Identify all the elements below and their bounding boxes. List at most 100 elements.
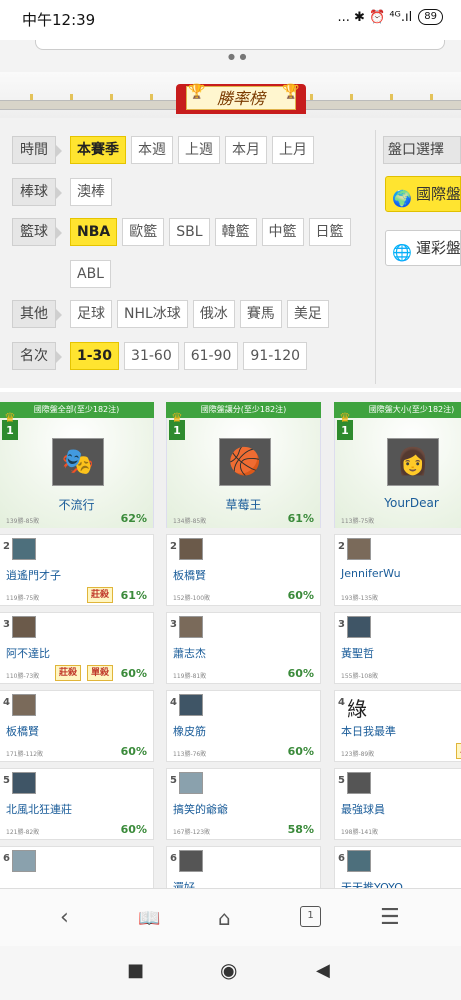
browser-toolbar: ‹ 📖 ⌂ 1 ☰ (0, 888, 461, 946)
user-name[interactable]: 本日我最準 (341, 723, 396, 739)
home-icon[interactable]: ⌂ (218, 906, 231, 930)
filter-option[interactable]: 本週 (131, 136, 173, 164)
avatar[interactable] (12, 538, 36, 560)
avatar[interactable] (179, 694, 203, 716)
user-name[interactable]: 草莓王 (167, 496, 320, 513)
user-name[interactable]: 蕭志杰 (173, 645, 206, 661)
filter-option[interactable]: NBA (70, 218, 118, 246)
user-name[interactable]: 黃聖哲 (341, 645, 374, 661)
filter-option[interactable]: 上週 (178, 136, 220, 164)
user-name[interactable]: 搞笑的爺爺 (173, 801, 228, 817)
filter-option[interactable]: 歐籃 (122, 218, 165, 246)
filter-option[interactable]: 中籃 (261, 218, 304, 246)
avatar[interactable] (347, 616, 371, 638)
filter-option[interactable]: 31-60 (124, 342, 179, 370)
list-item[interactable]: 4綠本日我最準 123勝-89敗 單殺 (334, 690, 461, 762)
user-name[interactable]: 最強球員 (341, 801, 385, 817)
rank-number: 5 (3, 775, 10, 786)
filter-option[interactable]: 1-30 (70, 342, 120, 370)
win-loss-record: 134勝-85敗 (173, 518, 207, 525)
user-name[interactable]: 橡皮筋 (173, 723, 206, 739)
user-name[interactable]: 板橋賢 (173, 567, 206, 583)
avatar[interactable]: 🎭 (52, 438, 104, 486)
avatar[interactable] (12, 772, 36, 794)
filter-option[interactable]: 本月 (225, 136, 267, 164)
recents-icon[interactable]: ■ (127, 960, 144, 981)
filter-option[interactable]: 61-90 (183, 342, 239, 370)
market-sports-lottery-button[interactable]: 🌐 運彩盤 (385, 230, 461, 266)
filter-row: 其他 足球 NHL冰球 俄冰 賽馬 美足 (12, 300, 329, 328)
list-item[interactable]: 3 阿不達比 110勝-73敗 單殺 莊殺 60% (0, 612, 154, 684)
filter-option[interactable]: 本賽季 (70, 136, 126, 164)
rank-number: 5 (170, 775, 177, 786)
crown-rank-icon: 1 (2, 408, 18, 440)
user-name[interactable]: 逍遙門才子 (6, 567, 61, 583)
filter-option[interactable]: NHL冰球 (117, 300, 188, 328)
user-name[interactable]: 不流行 (0, 496, 153, 513)
filter-option[interactable]: SBL (169, 218, 210, 246)
status-time: 中午12:39 (22, 11, 96, 29)
list-item[interactable]: 6 (0, 846, 154, 888)
list-item[interactable]: 2 板橋賢 152勝-100敗 60% (166, 534, 321, 606)
top-rank-card[interactable]: 1 🏀 草莓王 134勝-85敗 61% (166, 408, 321, 528)
list-item[interactable]: 2 JenniferWu 193勝-135敗 (334, 534, 461, 606)
user-name[interactable]: YourDear (335, 496, 461, 510)
market-international-button[interactable]: 🌍 國際盤 (385, 176, 461, 212)
tabs-button[interactable]: 1 (300, 906, 321, 927)
avatar[interactable] (179, 616, 203, 638)
list-item[interactable]: 5 搞笑的爺爺 167勝-123敗 58% (166, 768, 321, 840)
kill-badge: 單殺 (455, 743, 461, 759)
list-item[interactable]: 3 黃聖哲 155勝-108敗 (334, 612, 461, 684)
avatar[interactable] (347, 850, 371, 872)
filter-option[interactable]: 俄冰 (192, 300, 235, 328)
list-item[interactable]: 4 橡皮筋 113勝-76敗 60% (166, 690, 321, 762)
filter-option[interactable]: 賽馬 (239, 300, 282, 328)
avatar[interactable] (179, 772, 203, 794)
user-name[interactable]: 還好 (173, 879, 195, 888)
top-rank-card[interactable]: 1 🎭 不流行 139勝-85敗 62% (0, 408, 154, 528)
filter-panel: 盤口選擇 🌍 國際盤 🌐 運彩盤 時間 本賽季 本週 上週 本月 上月 棒球 澳棒 籃球 NBA 歐… (0, 118, 461, 388)
back-icon[interactable]: ‹ (60, 905, 69, 930)
list-item[interactable]: 5 最強球員 198勝-141敗 (334, 768, 461, 840)
filter-option[interactable]: 韓籃 (214, 218, 257, 246)
win-loss-record: 113勝-76敗 (173, 751, 207, 758)
filter-option[interactable]: 上月 (272, 136, 314, 164)
top-rank-card[interactable]: 1 👩 YourDear 113勝-75敗 (334, 408, 461, 528)
list-item[interactable]: 6 還好 (166, 846, 321, 888)
user-name[interactable]: 阿不達比 (6, 645, 50, 661)
avatar-text[interactable]: 綠 (347, 693, 367, 722)
carousel-dots-icon[interactable]: ● ● (228, 52, 248, 61)
menu-icon[interactable]: ☰ (380, 905, 400, 930)
win-loss-record: 113勝-75敗 (341, 518, 375, 525)
avatar[interactable] (12, 694, 36, 716)
list-item[interactable]: 5 北風北狂連莊 121勝-82敗 60% (0, 768, 154, 840)
filter-option[interactable]: 足球 (70, 300, 112, 328)
filter-option[interactable]: 澳棒 (70, 178, 112, 206)
list-item[interactable]: 3 蕭志杰 119勝-81敗 60% (166, 612, 321, 684)
back-triangle-icon[interactable]: ◀ (316, 960, 330, 981)
user-name[interactable]: 天天推YOYO (341, 879, 403, 888)
list-item[interactable]: 6 天天推YOYO (334, 846, 461, 888)
filter-option[interactable]: 美足 (286, 300, 329, 328)
filter-option[interactable]: 91-120 (243, 342, 308, 370)
list-item[interactable]: 4 板橋賢 171勝-112敗 60% (0, 690, 154, 762)
list-item[interactable]: 2 逍遙門才子 119勝-75敗 莊殺 61% (0, 534, 154, 606)
home-circle-icon[interactable]: ◉ (220, 958, 237, 982)
user-name[interactable]: JenniferWu (341, 567, 401, 580)
avatar[interactable]: 🏀 (219, 438, 271, 486)
filter-label: 籃球 (12, 218, 62, 246)
scroll-handle-area[interactable]: ● ● (0, 40, 461, 72)
avatar[interactable] (179, 538, 203, 560)
avatar[interactable] (12, 850, 36, 872)
rank-number: 5 (338, 775, 345, 786)
filter-option[interactable]: ABL (70, 260, 111, 288)
user-name[interactable]: 板橋賢 (6, 723, 39, 739)
avatar[interactable] (179, 850, 203, 872)
avatar[interactable] (347, 772, 371, 794)
filter-option[interactable]: 日籃 (308, 218, 351, 246)
user-name[interactable]: 北風北狂連莊 (6, 801, 72, 817)
avatar[interactable] (347, 538, 371, 560)
avatar[interactable]: 👩 (387, 438, 439, 486)
avatar[interactable] (12, 616, 36, 638)
bookmarks-icon[interactable]: 📖 (138, 908, 160, 929)
